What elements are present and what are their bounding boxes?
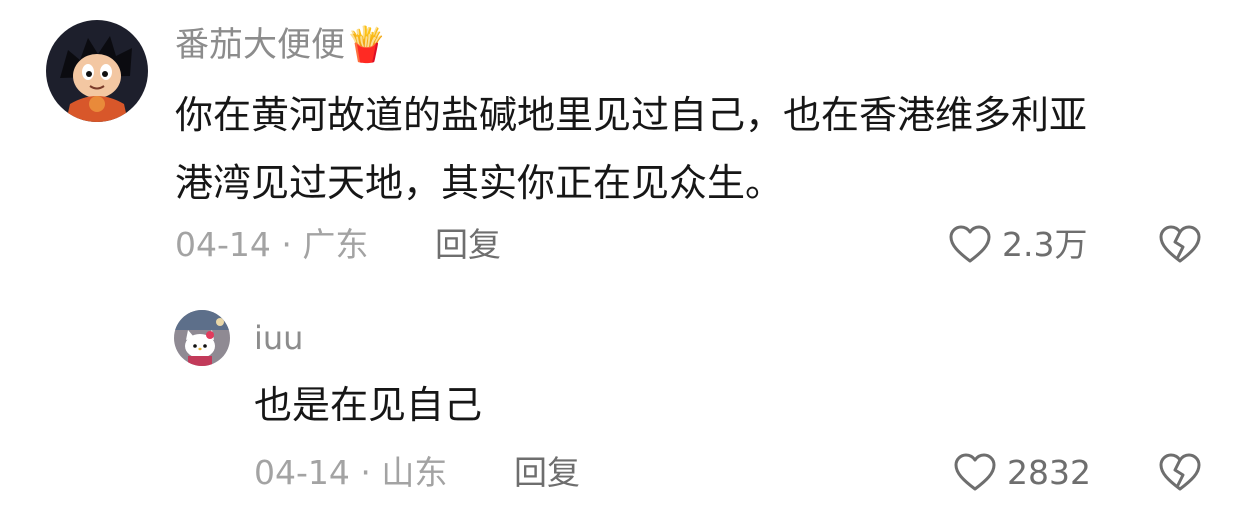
heart-outline-icon	[949, 225, 991, 263]
dislike-button[interactable]	[1158, 452, 1202, 496]
hello-kitty-avatar-icon	[174, 310, 230, 366]
comment-text: 也是在见自己	[254, 383, 483, 427]
like-button[interactable]: 2.3万	[948, 224, 1087, 264]
cartoon-boy-avatar-icon	[46, 20, 148, 122]
username[interactable]: iuu	[254, 322, 303, 354]
like-count: 2832	[1007, 452, 1091, 492]
heart-outline-icon	[954, 453, 996, 491]
like-button[interactable]: 2832	[953, 452, 1091, 492]
reply-button[interactable]: 回复	[514, 456, 580, 489]
broken-heart-icon	[1159, 453, 1201, 491]
username[interactable]: 番茄大便便🍟	[175, 28, 387, 62]
comment-text: 你在黄河故道的盐碱地里见过自己，也在香港维多利亚	[175, 93, 1088, 137]
comment-meta: 04-14 · 广东	[175, 225, 369, 264]
comment-meta: 04-14 · 山东	[254, 453, 448, 492]
avatar[interactable]	[174, 310, 230, 366]
reply-button[interactable]: 回复	[435, 228, 501, 261]
avatar[interactable]	[46, 20, 148, 122]
dislike-button[interactable]	[1158, 224, 1202, 268]
broken-heart-icon	[1159, 225, 1201, 263]
like-count: 2.3万	[1002, 224, 1088, 264]
comment-text: 港湾见过天地，其实你正在见众生。	[175, 161, 784, 205]
